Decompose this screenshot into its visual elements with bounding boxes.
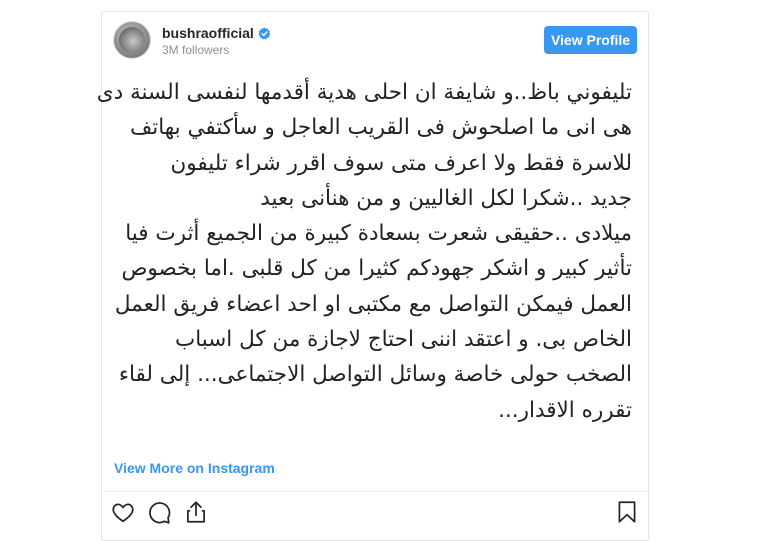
- username-row: bushraofficial: [162, 25, 271, 41]
- instagram-embed-card: bushraofficial 3M followers View Profile…: [96, 11, 649, 541]
- verified-badge-icon: [258, 27, 271, 40]
- caption-line: للاسرة فقط ولا اعرف متى سوف اقرر شراء تل…: [170, 150, 632, 176]
- bookmark-icon[interactable]: [614, 499, 640, 525]
- follower-count: 3M followers: [162, 43, 230, 57]
- post-header: bushraofficial 3M followers View Profile: [102, 12, 648, 68]
- caption-line: الصخب حولى خاصة وسائل التواصل الاجتماعى.…: [118, 362, 632, 388]
- view-more-link[interactable]: View More on Instagram: [114, 460, 275, 476]
- comment-icon[interactable]: [146, 499, 172, 525]
- view-profile-button[interactable]: View Profile: [544, 26, 637, 54]
- caption-line: هى انى ما اصلحوش فى القريب العاجل و سأكت…: [129, 115, 632, 141]
- caption-line: العمل فيمكن التواصل مع مكتبى او احد اعضا…: [114, 291, 632, 317]
- caption-line: ميلادى ..حقيقى شعرت بسعادة كبيرة من الجم…: [125, 221, 632, 247]
- heart-icon[interactable]: [110, 499, 136, 525]
- caption-line: تقرره الاقدار...: [498, 397, 632, 423]
- username[interactable]: bushraofficial: [162, 25, 254, 41]
- caption-line: الخاص بى. و اعتقد اننى احتاج لاجازة من ك…: [175, 327, 632, 353]
- share-icon[interactable]: [183, 499, 209, 525]
- post-caption: تليفوني باظ..و شايفة ان احلى هدية أقدمها…: [96, 75, 632, 428]
- avatar[interactable]: [114, 22, 150, 58]
- action-bar: [102, 499, 648, 529]
- caption-line: تليفوني باظ..و شايفة ان احلى هدية أقدمها…: [96, 80, 632, 105]
- caption-line: جديد ..شكرا لكل الغاليين و من هنأنى بعيد: [260, 185, 632, 211]
- avatar-image: [119, 27, 145, 53]
- caption-line: تأثير كبير و اشكر جهودكم كثيرا من كل قلب…: [121, 256, 632, 282]
- divider: [102, 491, 648, 492]
